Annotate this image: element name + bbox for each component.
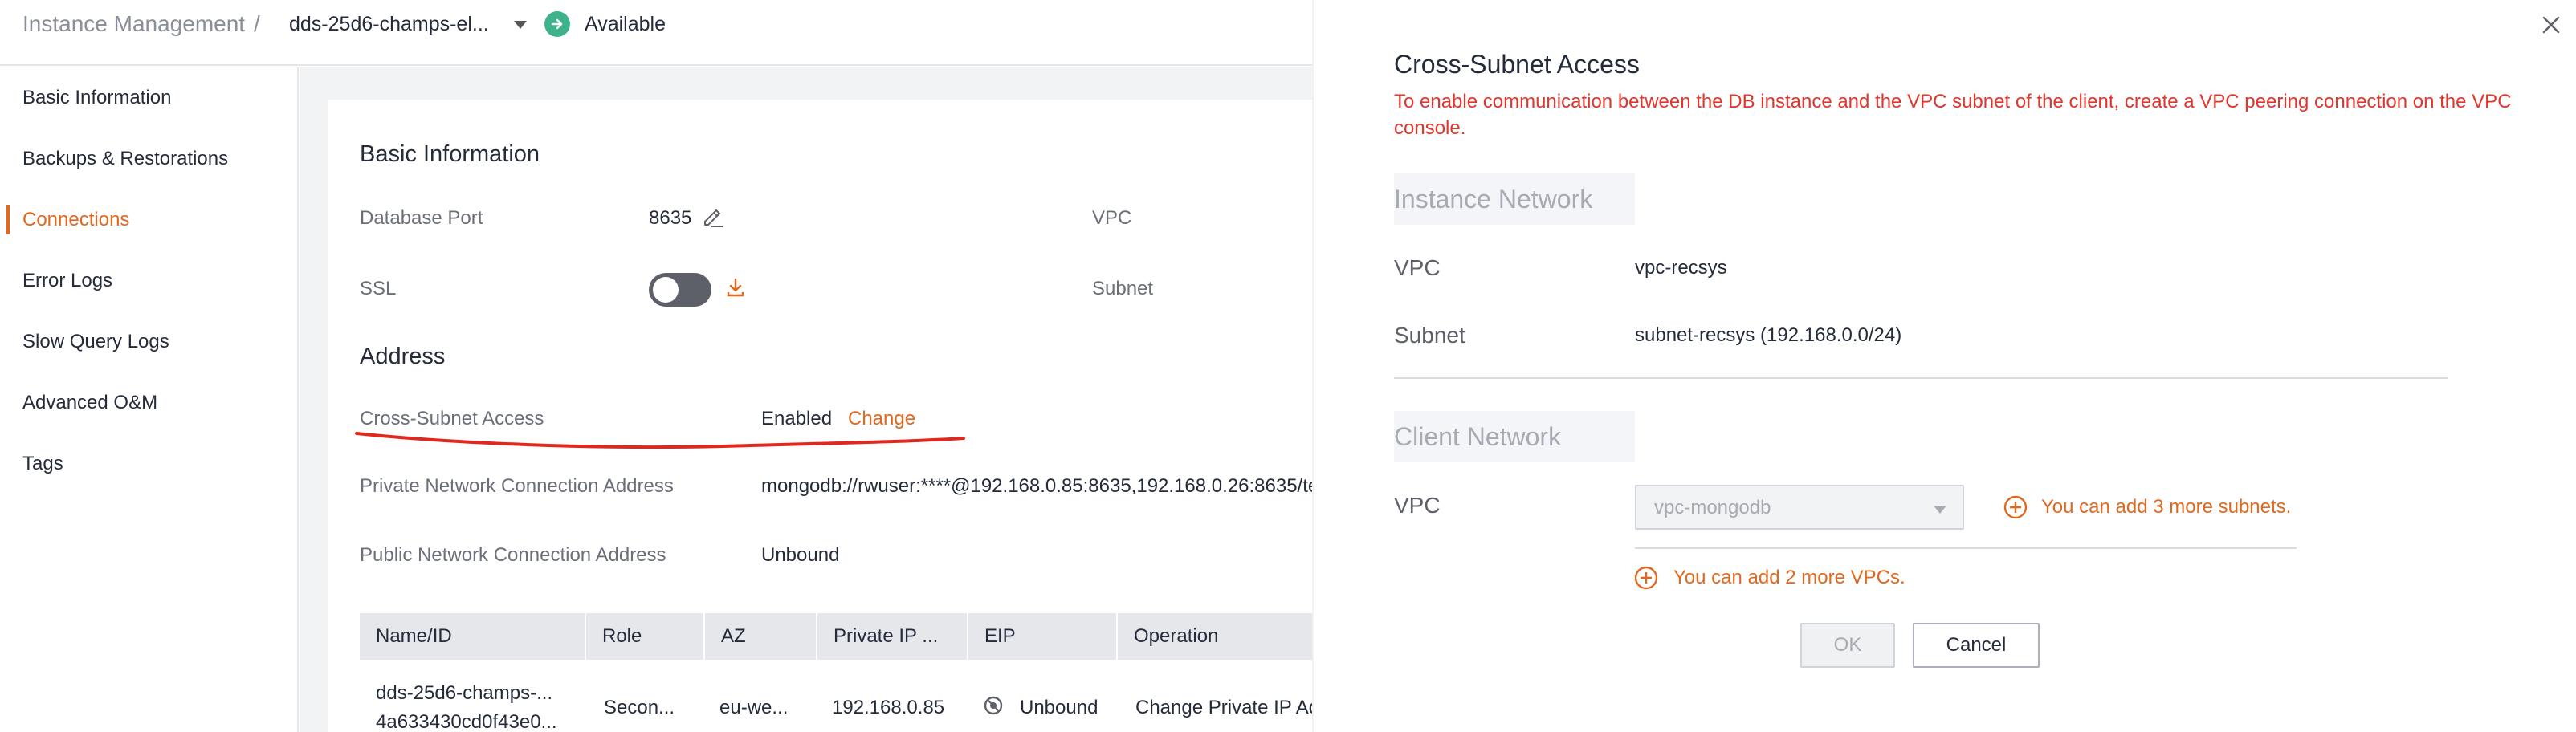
drawer-warning: To enable communication between the DB i…	[1394, 91, 2512, 139]
subnet-label: Subnet	[1092, 278, 1154, 299]
instance-name: dds-25d6-champs-el...	[289, 13, 489, 35]
ssl-label: SSL	[360, 278, 397, 299]
instance-network-title: Instance Network	[1394, 173, 1635, 225]
instance-subnet-label: Subnet	[1394, 323, 1465, 348]
db-port-label: Database Port	[360, 207, 483, 229]
sidebar: Basic Information Backups & Restorations…	[0, 67, 299, 732]
active-indicator	[6, 205, 10, 234]
sidebar-item-backups-restorations[interactable]: Backups & Restorations	[22, 148, 228, 170]
col-role: Role	[586, 613, 705, 660]
add-subnet-plus-icon[interactable]	[2003, 494, 2028, 520]
status-text: Available	[585, 13, 666, 35]
edit-port-pencil-icon[interactable]	[700, 204, 724, 232]
public-address-label: Public Network Connection Address	[360, 544, 666, 566]
add-subnet-link[interactable]: You can add 3 more subnets.	[2041, 496, 2291, 518]
status-available-icon	[544, 11, 570, 37]
sidebar-item-connections[interactable]: Connections	[22, 209, 129, 231]
chevron-down-icon	[1934, 506, 1946, 514]
sidebar-item-error-logs[interactable]: Error Logs	[22, 270, 112, 292]
sidebar-item-slow-query-logs[interactable]: Slow Query Logs	[22, 331, 169, 353]
drawer-title: Cross-Subnet Access	[1394, 50, 1640, 79]
client-network-title: Client Network	[1394, 411, 1635, 462]
sidebar-item-basic-information[interactable]: Basic Information	[22, 87, 171, 109]
cancel-button[interactable]: Cancel	[1913, 623, 2040, 668]
sidebar-item-advanced-om[interactable]: Advanced O&M	[22, 392, 157, 414]
basic-info-title: Basic Information	[360, 141, 540, 167]
col-az: AZ	[705, 613, 817, 660]
add-vpc-link[interactable]: You can add 2 more VPCs.	[1673, 567, 1906, 589]
db-port-value: 8635	[649, 207, 692, 229]
row-az: eu-we...	[719, 697, 789, 718]
row-role: Secon...	[604, 697, 675, 718]
add-vpc-plus-icon[interactable]	[1633, 565, 1659, 591]
red-annotation-underline	[355, 432, 965, 449]
close-icon[interactable]	[2539, 13, 2563, 37]
instance-vpc-label: VPC	[1394, 255, 1441, 280]
breadcrumb-instance-management[interactable]: Instance Management	[22, 11, 245, 37]
client-vpc-label: VPC	[1394, 493, 1441, 518]
row-id: 4a633430cd0f43e0...	[376, 711, 557, 732]
ok-button[interactable]: OK	[1800, 623, 1895, 668]
client-vpc-select-value: vpc-mongodb	[1654, 497, 1771, 518]
instance-subnet-value: subnet-recsys (192.168.0.0/24)	[1635, 324, 1902, 346]
col-name-id: Name/ID	[360, 613, 586, 660]
table-header: Name/ID Role AZ Private IP ... EIP Opera…	[360, 613, 1312, 660]
section-divider	[1394, 377, 2448, 379]
ssl-toggle[interactable]	[649, 273, 711, 307]
col-operation: Operation	[1134, 625, 1219, 647]
download-certificate-icon[interactable]	[724, 276, 747, 303]
sidebar-item-tags[interactable]: Tags	[22, 453, 63, 475]
instance-switch-chevron-down-icon[interactable]	[514, 21, 527, 29]
public-address-value: Unbound	[761, 544, 840, 566]
row-eip: Unbound	[1020, 697, 1098, 718]
eip-unbound-icon	[983, 695, 1004, 720]
col-eip: EIP	[968, 613, 1118, 660]
col-private-ip: Private IP ...	[817, 613, 968, 660]
row-private-ip: 192.168.0.85	[832, 697, 945, 718]
breadcrumb-separator: /	[254, 11, 260, 36]
address-title: Address	[360, 344, 446, 369]
change-private-ip-link[interactable]: Change Private IP Ad	[1135, 697, 1312, 719]
private-address-value: mongodb://rwuser:****@192.168.0.85:8635,…	[761, 475, 1312, 497]
page-header: Instance Management / dds-25d6-champs-el…	[0, 0, 1312, 66]
client-divider	[1635, 547, 2297, 549]
row-name: dds-25d6-champs-...	[376, 682, 553, 704]
vpc-label: VPC	[1092, 207, 1132, 229]
private-address-label: Private Network Connection Address	[360, 475, 674, 497]
instance-vpc-value: vpc-recsys	[1635, 257, 1727, 279]
client-vpc-select[interactable]: vpc-mongodb	[1635, 485, 1964, 530]
